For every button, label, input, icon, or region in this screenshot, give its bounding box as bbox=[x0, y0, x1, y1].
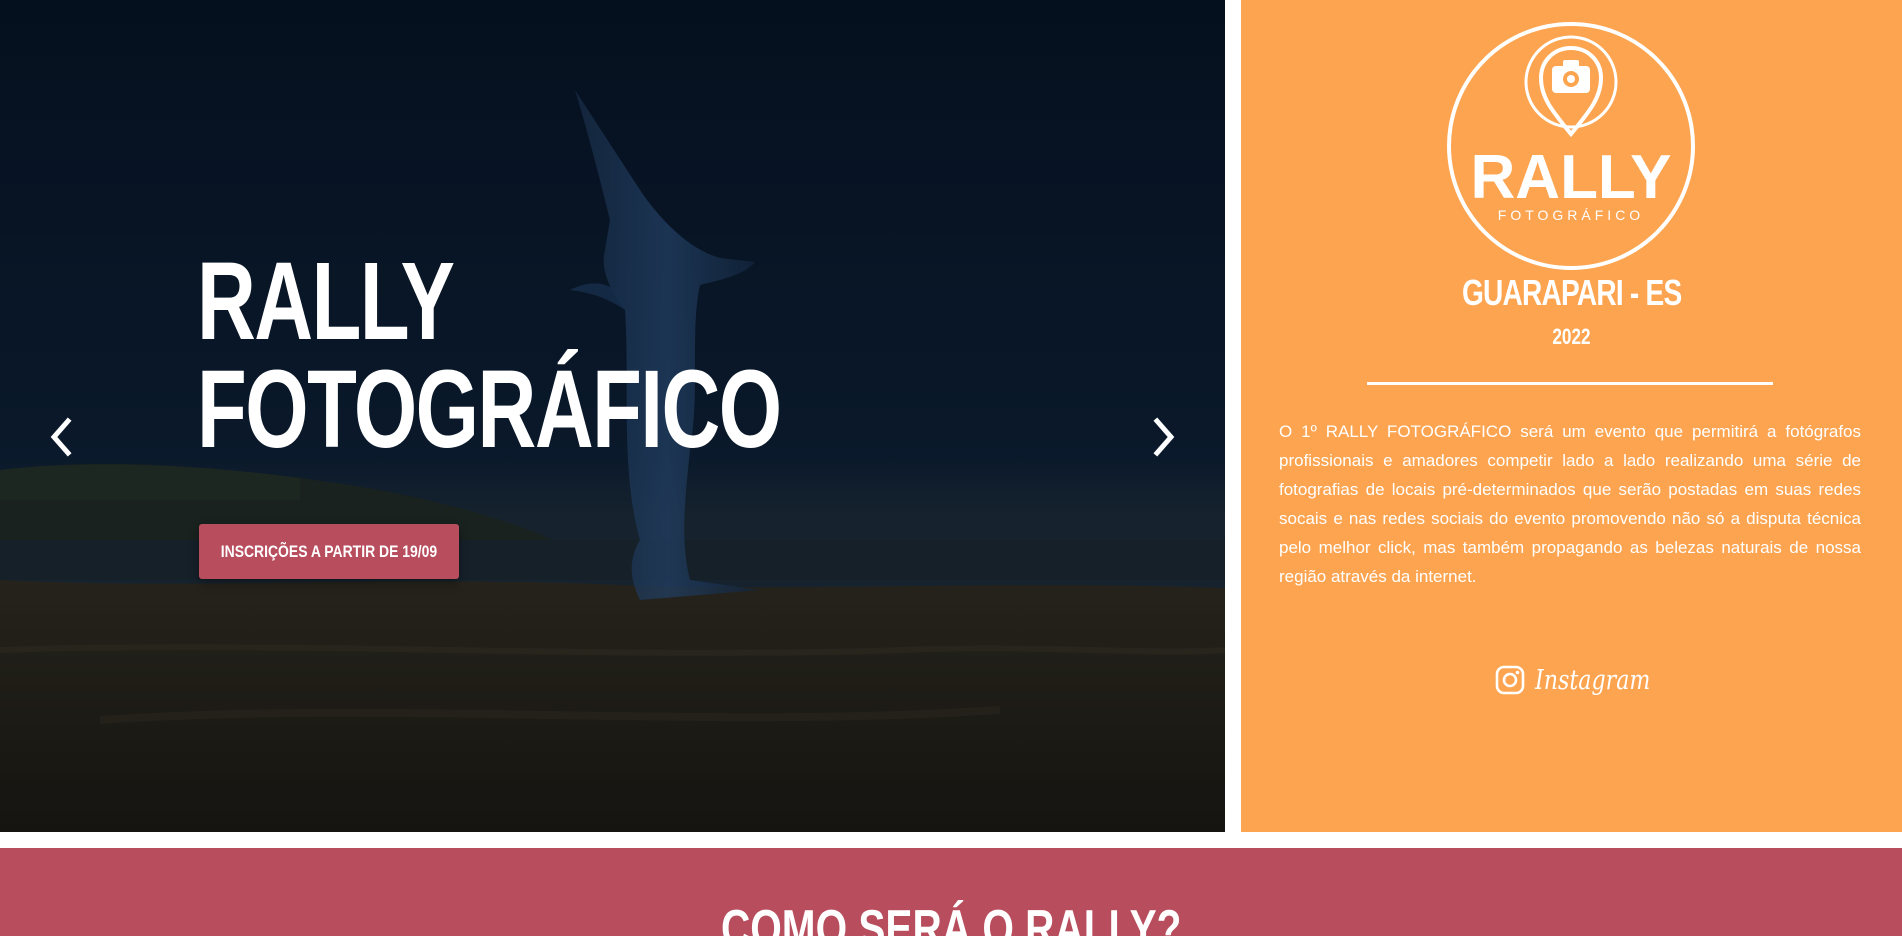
chevron-right-icon bbox=[1153, 417, 1175, 457]
chevron-left-icon bbox=[50, 417, 72, 457]
registration-button-label: INSCRIÇÕES A PARTIR DE 19/09 bbox=[220, 541, 438, 561]
instagram-label: Instagram bbox=[1535, 664, 1651, 696]
hero-title: RALLY FOTOGRÁFICO bbox=[197, 240, 782, 471]
event-info-panel: RALLY FOTOGRÁFICO GUARAPARI - ES 2022 O … bbox=[1241, 0, 1902, 832]
hero-title-line-1: RALLY bbox=[197, 240, 455, 363]
event-year: 2022 bbox=[1552, 324, 1591, 349]
event-description: O 1º RALLY FOTOGRÁFICO será um evento qu… bbox=[1279, 422, 1861, 586]
camera-pin-icon bbox=[1524, 35, 1618, 138]
carousel-next-button[interactable] bbox=[1139, 412, 1189, 462]
instagram-icon bbox=[1495, 665, 1525, 695]
logo-title: RALLY bbox=[1471, 143, 1672, 212]
divider bbox=[1367, 382, 1773, 385]
carousel-prev-button[interactable] bbox=[36, 412, 86, 462]
logo-subtitle: FOTOGRÁFICO bbox=[1498, 207, 1644, 223]
rally-logo: RALLY FOTOGRÁFICO bbox=[1447, 22, 1695, 270]
hero-title-line-2: FOTOGRÁFICO bbox=[197, 347, 782, 471]
event-location: GUARAPARI - ES bbox=[1461, 272, 1682, 313]
section-title: COMO SERÁ O RALLY? bbox=[720, 900, 1182, 936]
instagram-link[interactable]: Instagram bbox=[1495, 660, 1676, 700]
how-it-works-section: COMO SERÁ O RALLY? bbox=[0, 848, 1902, 936]
hero-carousel: RALLY FOTOGRÁFICO INSCRIÇÕES A PARTIR DE… bbox=[0, 0, 1225, 832]
registration-button[interactable]: INSCRIÇÕES A PARTIR DE 19/09 bbox=[199, 524, 459, 579]
